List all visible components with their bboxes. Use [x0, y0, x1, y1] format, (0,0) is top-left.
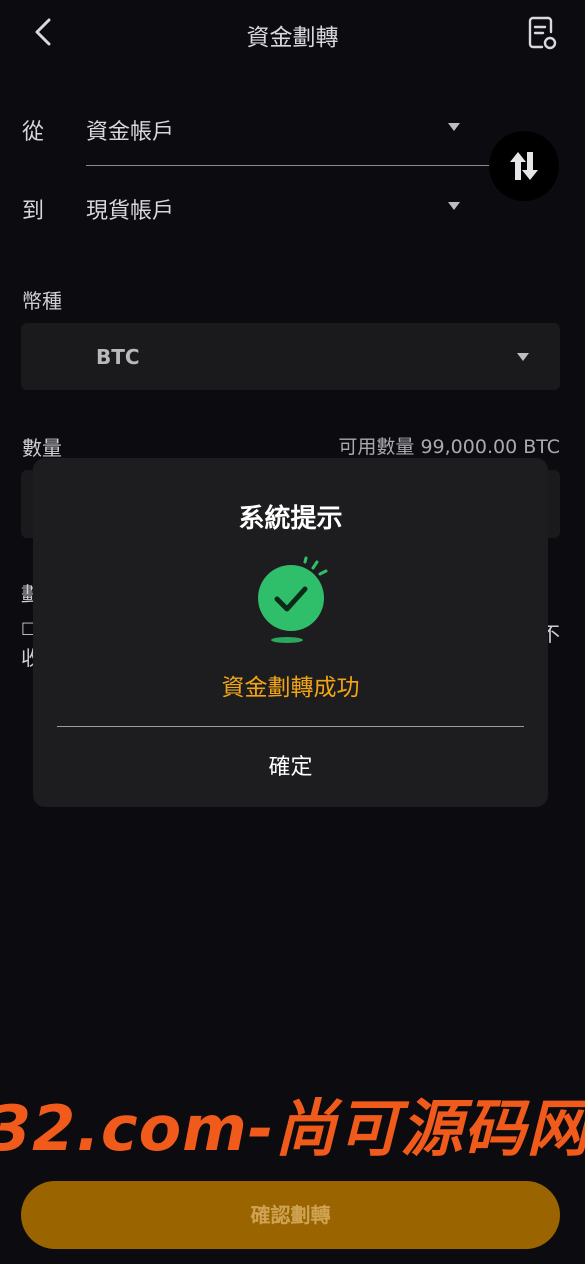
- page-title: 資金劃轉: [246, 25, 339, 51]
- caret-down-icon: [448, 202, 460, 210]
- caret-down-icon: [517, 353, 529, 361]
- from-account-select[interactable]: 資金帳戶: [86, 106, 466, 150]
- success-check-icon: [258, 556, 328, 643]
- coin-value: BTC: [96, 345, 140, 369]
- from-account-value: 資金帳戶: [86, 120, 175, 145]
- system-dialog: 系統提示 資金劃轉成功 確定: [33, 458, 548, 807]
- swap-arrows-icon: [510, 152, 538, 180]
- document-search-icon: [528, 16, 557, 50]
- available-amount: 可用數量 99,000.00 BTC: [338, 436, 560, 458]
- fund-transfer-page: 資金劃轉 從 資金帳戶 到 現貨帳戶 幣種 BTC 數量 可用數量 99,000…: [0, 0, 585, 1264]
- confirm-transfer-button[interactable]: 確認劃轉: [21, 1181, 560, 1249]
- amount-label: 數量: [22, 436, 62, 460]
- dialog-title: 系統提示: [238, 504, 343, 534]
- dialog-divider: [57, 726, 524, 727]
- watermark: 32.com-尚可源码网: [0, 1092, 585, 1165]
- coin-select[interactable]: BTC: [21, 323, 560, 390]
- to-account-select[interactable]: 現貨帳戶: [86, 185, 466, 229]
- to-account-value: 現貨帳戶: [86, 199, 175, 224]
- to-label: 到: [22, 199, 45, 224]
- from-to-divider: [86, 165, 490, 166]
- caret-down-icon: [448, 123, 460, 131]
- coin-label: 幣種: [22, 289, 62, 313]
- transfer-record-button[interactable]: [524, 14, 560, 52]
- ok-button[interactable]: 確定: [33, 738, 548, 798]
- swap-accounts-button[interactable]: [489, 131, 559, 201]
- dialog-message: 資金劃轉成功: [221, 675, 360, 701]
- header: 資金劃轉: [0, 0, 585, 66]
- from-label: 從: [22, 120, 45, 145]
